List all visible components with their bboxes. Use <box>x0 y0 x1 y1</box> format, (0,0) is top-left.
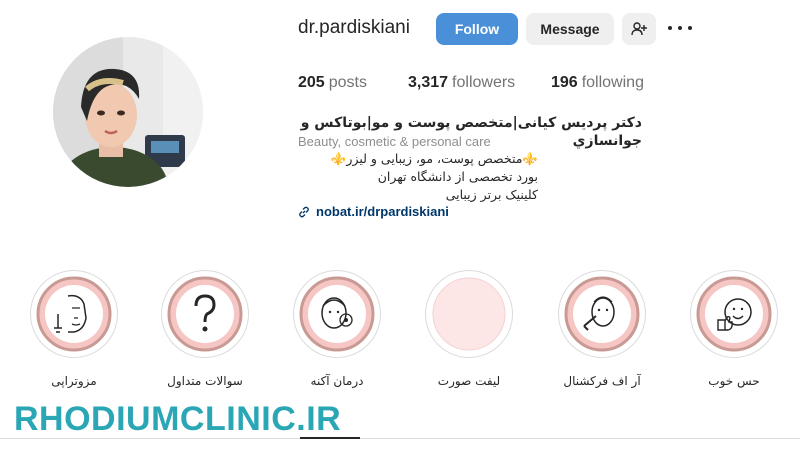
message-button[interactable]: Message <box>526 13 614 45</box>
face-acne-icon <box>299 276 375 352</box>
bio-lines: ⚜️متخصص پوست، مو، زیبایی و لیزر⚜️ بورد ت… <box>298 150 538 204</box>
highlight-face-lift[interactable]: لیفت صورت <box>419 270 519 388</box>
following-label: following <box>581 74 644 91</box>
watermark: RHODIUMCLINIC.IR <box>14 400 342 438</box>
highlight-label: سوالات متداول <box>167 374 243 388</box>
link-icon <box>299 206 309 217</box>
highlight-mesotherapy[interactable]: مزوتراپی <box>24 270 124 388</box>
face-rf-device-icon <box>564 276 640 352</box>
highlight-rf-fractional[interactable]: آر اف فرکشنال <box>552 270 652 388</box>
following-stat[interactable]: 196 following <box>551 74 644 92</box>
bio-category: Beauty, cosmetic & personal care <box>298 134 491 149</box>
tabs-divider <box>0 438 800 439</box>
bio-line-1: ⚜️متخصص پوست، مو، زیبایی و لیزر⚜️ <box>330 151 538 166</box>
highlight-blank-cover <box>432 277 506 351</box>
followers-label: followers <box>452 74 516 91</box>
active-tab-indicator <box>300 437 360 439</box>
highlight-label: درمان آکنه <box>310 374 364 388</box>
highlight-faq[interactable]: سوالات متداول <box>155 270 255 388</box>
highlight-good-feeling[interactable]: حس خوب <box>684 270 784 388</box>
bio-link-text: nobat.ir/drpardiskiani <box>316 204 449 219</box>
followers-count: 3,317 <box>408 74 449 91</box>
ellipsis-icon <box>668 26 672 30</box>
following-count: 196 <box>551 74 578 91</box>
person-plus-icon <box>631 22 647 36</box>
follow-button[interactable]: Follow <box>436 13 518 45</box>
highlight-acne-treatment[interactable]: درمان آکنه <box>287 270 387 388</box>
bio-line-3: کلینیک برتر زیبایی <box>445 187 538 202</box>
add-user-button[interactable] <box>622 13 656 45</box>
posts-label: posts <box>328 74 367 91</box>
profile-photo <box>53 37 203 187</box>
highlight-label: مزوتراپی <box>51 374 97 388</box>
posts-count: 205 <box>298 74 325 91</box>
username: dr.pardiskiani <box>298 17 410 38</box>
highlight-label: آر اف فرکشنال <box>563 374 641 388</box>
more-options-button[interactable] <box>668 18 692 38</box>
highlight-label: لیفت صورت <box>437 374 501 388</box>
highlight-label: حس خوب <box>708 374 760 388</box>
avatar[interactable] <box>53 37 203 187</box>
story-highlights: مزوتراپی سوالات متداول درمان آکنه لیفت ص… <box>0 270 800 390</box>
bio-line-2: بورد تخصصی از دانشگاه تهران <box>377 169 538 184</box>
thumbs-up-smile-icon <box>696 276 772 352</box>
posts-stat: 205 posts <box>298 74 367 92</box>
face-syringe-icon <box>36 276 112 352</box>
bio-link[interactable]: nobat.ir/drpardiskiani <box>298 204 449 219</box>
followers-stat[interactable]: 3,317 followers <box>408 74 515 92</box>
question-mark-icon <box>167 276 243 352</box>
